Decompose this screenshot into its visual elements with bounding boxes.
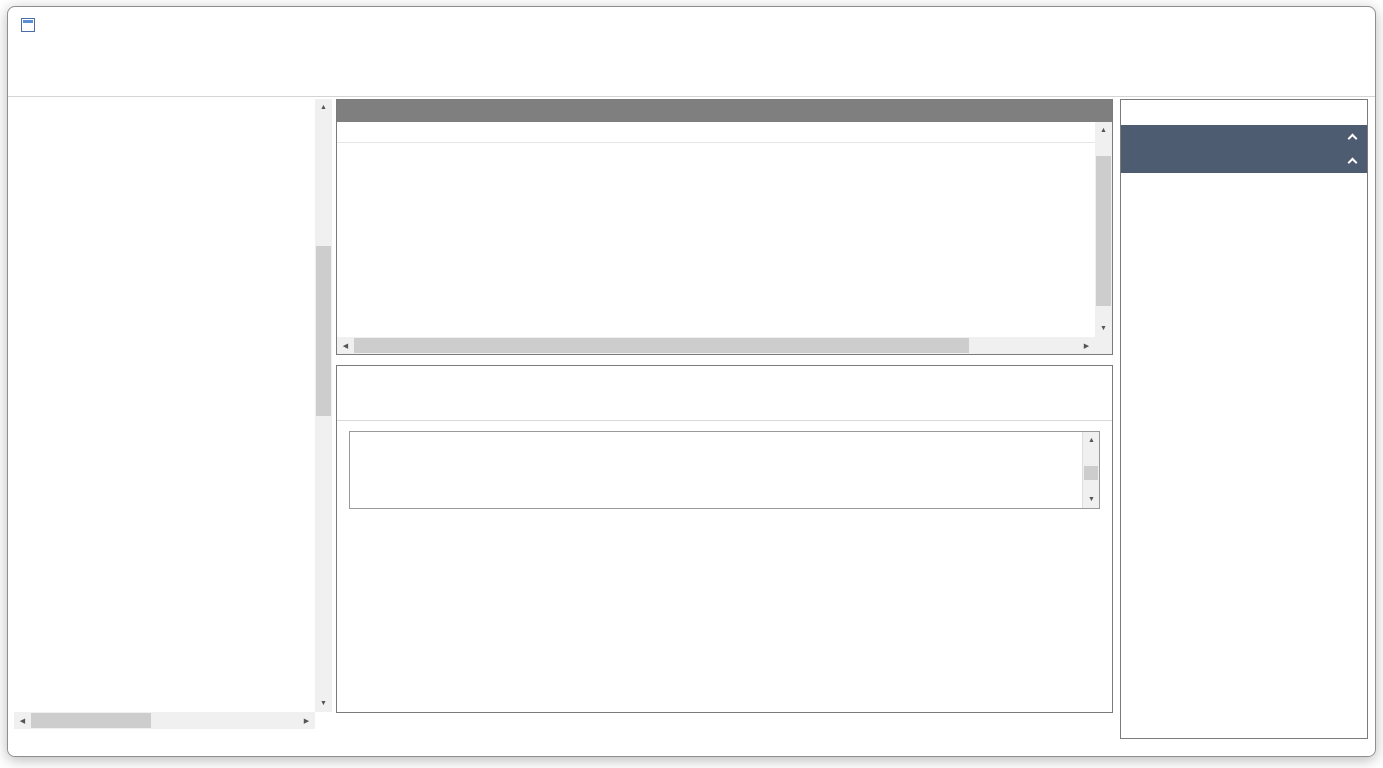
scroll-right-icon[interactable]: ▶ xyxy=(1078,337,1095,354)
console-tree-panel: ▲ ▼ ◀ ▶ xyxy=(14,99,332,729)
menubar xyxy=(8,43,1375,69)
collapse-section-icon[interactable] xyxy=(1348,132,1358,142)
scrollbar-thumb[interactable] xyxy=(1096,156,1111,306)
events-horizontal-scrollbar[interactable]: ◀ ▶ xyxy=(337,337,1095,354)
event-detail-pane: ▲ ▼ xyxy=(336,365,1113,713)
events-vertical-scrollbar[interactable]: ▲ ▼ xyxy=(1095,122,1112,337)
scroll-down-icon[interactable]: ▼ xyxy=(1083,491,1100,508)
scroll-down-icon[interactable]: ▼ xyxy=(315,695,332,712)
scrollbar-corner xyxy=(1095,337,1112,354)
scroll-up-icon[interactable]: ▲ xyxy=(1083,432,1100,449)
scrollbar-thumb[interactable] xyxy=(1084,466,1098,480)
main-content: ▲ ▼ ◀ ▶ xyxy=(8,97,1375,756)
detail-tabs xyxy=(337,393,1112,421)
actions-pane xyxy=(1120,99,1368,739)
scroll-down-icon[interactable]: ▼ xyxy=(1095,320,1112,337)
event-list xyxy=(337,143,1095,337)
close-button[interactable] xyxy=(1329,7,1375,43)
scrollbar-thumb[interactable] xyxy=(354,338,969,353)
column-headers xyxy=(337,122,1095,143)
scroll-left-icon[interactable]: ◀ xyxy=(337,337,354,354)
message-scrollbar[interactable]: ▲ ▼ xyxy=(1082,432,1099,508)
tree-horizontal-scrollbar[interactable]: ◀ ▶ xyxy=(14,712,315,729)
event-detail-header xyxy=(337,366,1112,393)
actions-section-header-event[interactable] xyxy=(1121,149,1367,173)
scroll-left-icon[interactable]: ◀ xyxy=(14,712,31,729)
scrollbar-thumb[interactable] xyxy=(316,246,331,416)
toolbar xyxy=(8,69,1375,97)
titlebar xyxy=(8,7,1375,43)
tree-vertical-scrollbar[interactable]: ▲ ▼ xyxy=(315,99,332,712)
log-header-bar xyxy=(337,100,1112,122)
scroll-right-icon[interactable]: ▶ xyxy=(298,712,315,729)
scroll-up-icon[interactable]: ▲ xyxy=(1095,122,1112,139)
minimize-button[interactable] xyxy=(1237,7,1283,43)
scrollbar-thumb[interactable] xyxy=(31,713,151,728)
actions-section-header-operational[interactable] xyxy=(1121,125,1367,149)
events-panel: ▲ ▼ ◀ ▶ xyxy=(336,99,1113,355)
center-pane: ▲ ▼ ◀ ▶ xyxy=(336,97,1113,756)
scroll-up-icon[interactable]: ▲ xyxy=(315,99,332,116)
event-viewer-window: ▲ ▼ ◀ ▶ xyxy=(7,6,1376,757)
app-icon xyxy=(20,17,36,33)
collapse-section-icon[interactable] xyxy=(1348,156,1358,166)
actions-title xyxy=(1121,100,1367,125)
console-tree xyxy=(14,99,315,712)
window-controls xyxy=(1237,7,1375,43)
maximize-button[interactable] xyxy=(1283,7,1329,43)
event-message-box: ▲ ▼ xyxy=(349,431,1100,509)
